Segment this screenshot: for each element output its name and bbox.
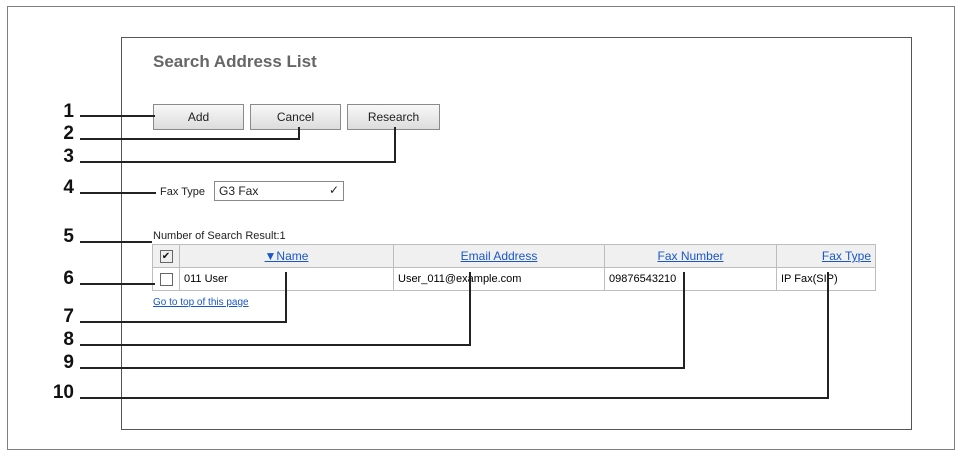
callout-8: 8 — [63, 329, 74, 350]
callout-line-9-v — [683, 272, 685, 369]
callout-2: 2 — [63, 123, 74, 144]
row-select-cell — [152, 267, 180, 291]
callout-line-3-v — [394, 127, 396, 163]
header-fax-number: Fax Number — [604, 244, 777, 268]
callout-line-1 — [80, 115, 155, 117]
search-result-count: Number of Search Result:1 — [153, 230, 286, 242]
callout-line-5 — [80, 241, 152, 243]
select-all-checkbox[interactable]: ✔ — [159, 249, 173, 263]
callout-1: 1 — [63, 101, 74, 122]
header-email: Email Address — [393, 244, 605, 268]
callout-5: 5 — [63, 226, 74, 247]
callout-line-2-v — [298, 127, 300, 140]
row-email: User_011@example.com — [393, 267, 605, 291]
fax-type-select[interactable]: G3 Fax ✓ — [214, 181, 344, 201]
select-all-cell: ✔ — [152, 244, 180, 268]
callout-7: 7 — [63, 306, 74, 327]
row-checkbox[interactable] — [159, 272, 173, 286]
row-fax-number: 09876543210 — [604, 267, 777, 291]
sort-email-link[interactable]: Email Address — [461, 249, 538, 263]
header-fax-type: Fax Type — [776, 244, 876, 268]
callout-6: 6 — [63, 268, 74, 289]
callout-line-4 — [80, 192, 156, 194]
callout-line-7-v — [285, 272, 287, 323]
sort-fax-number-link[interactable]: Fax Number — [657, 249, 723, 263]
cancel-button[interactable]: Cancel — [250, 104, 341, 130]
fax-type-label: Fax Type — [160, 186, 206, 198]
go-to-top-link[interactable]: Go to top of this page — [153, 297, 249, 308]
callout-line-9 — [80, 367, 685, 369]
callout-line-8-v — [469, 272, 471, 346]
callout-line-8 — [80, 344, 471, 346]
add-button[interactable]: Add — [153, 104, 244, 130]
fax-type-selected: G3 Fax — [219, 184, 259, 198]
address-table: ✔ ▼Name Email Address Fax Number Fax Typ… — [152, 244, 876, 291]
callout-4: 4 — [63, 177, 74, 198]
callout-line-6 — [80, 283, 155, 285]
table-header-row: ✔ ▼Name Email Address Fax Number Fax Typ… — [152, 244, 876, 268]
header-name: ▼Name — [179, 244, 394, 268]
callout-3: 3 — [63, 146, 74, 167]
sort-name-link[interactable]: ▼Name — [265, 249, 309, 263]
callout-line-10-v — [827, 272, 829, 399]
page-title: Search Address List — [153, 52, 317, 71]
callout-10: 10 — [52, 382, 74, 403]
sort-fax-type-link[interactable]: Fax Type — [822, 249, 871, 263]
table-row: 011 User User_011@example.com 0987654321… — [152, 267, 876, 291]
row-fax-type: IP Fax(SIP) — [776, 267, 876, 291]
callout-line-2 — [80, 138, 300, 140]
callout-line-3 — [80, 161, 396, 163]
callout-line-7 — [80, 321, 287, 323]
chevron-down-icon: ✓ — [328, 183, 339, 197]
callout-9: 9 — [63, 352, 74, 373]
callout-line-10 — [80, 397, 829, 399]
